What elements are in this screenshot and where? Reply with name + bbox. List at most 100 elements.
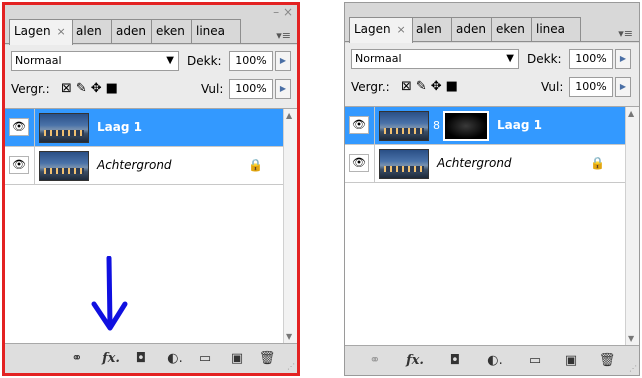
fx-icon[interactable]: fx. — [401, 351, 429, 371]
lock-row: Vergr.: ⊠✎✥■ Vul: 100% ▶ — [345, 75, 639, 105]
tab-alinea[interactable]: linea — [531, 17, 581, 41]
tab-label: linea — [536, 22, 566, 36]
layer-thumbnail — [379, 111, 429, 141]
layer-thumbnail — [39, 113, 89, 143]
tab-label: Lagen — [354, 22, 391, 36]
scroll-up-icon[interactable]: ▲ — [286, 111, 292, 120]
panel-menu-icon[interactable]: ▾≡ — [618, 27, 633, 40]
opacity-input[interactable]: 100% — [229, 51, 273, 71]
chevron-down-icon: ▼ — [506, 53, 514, 64]
blend-mode-value: Normaal — [355, 52, 402, 65]
tab-lagen[interactable]: Lagen × — [9, 19, 73, 45]
fill-input[interactable]: 100% — [569, 77, 613, 97]
resize-grip-icon[interactable]: ⋰ — [287, 362, 295, 371]
add-mask-icon[interactable]: ◘ — [131, 349, 151, 369]
close-icon[interactable]: × — [396, 23, 405, 36]
layer-mask-thumbnail[interactable] — [443, 111, 489, 141]
opacity-input[interactable]: 100% — [569, 49, 613, 69]
tab-paden[interactable]: alen — [71, 19, 113, 43]
tab-lagen[interactable]: Lagen × — [349, 17, 413, 43]
adjustment-layer-icon[interactable]: ◐. — [163, 349, 187, 369]
opacity-stepper[interactable]: ▶ — [615, 49, 631, 69]
lock-options-icon[interactable]: ⊠✎✥■ — [401, 77, 462, 97]
fx-icon[interactable]: fx. — [97, 349, 125, 369]
resize-grip-icon[interactable]: ⋰ — [629, 364, 637, 373]
trash-icon[interactable]: 🗑 — [257, 349, 277, 369]
tab-label: eken — [496, 22, 525, 36]
panel-menu-icon[interactable]: ▾≡ — [276, 29, 291, 42]
blend-row: Normaal ▼ Dekk: 100% ▶ — [345, 43, 639, 73]
chevron-down-icon: ▼ — [166, 55, 174, 66]
divider — [34, 109, 35, 146]
new-layer-icon[interactable]: ▣ — [227, 349, 247, 369]
eye-icon[interactable]: 👁 — [9, 118, 29, 136]
layer-row-achtergrond[interactable]: 👁 Achtergrond 🔒 — [345, 145, 625, 183]
layer-list: 👁 8 Laag 1 👁 Achtergrond 🔒 ▲ ▼ — [345, 106, 639, 345]
layer-row-achtergrond[interactable]: 👁 Achtergrond 🔒 — [5, 147, 283, 185]
lock-row: Vergr.: ⊠✎✥■ Vul: 100% ▶ — [5, 77, 297, 107]
tab-label: linea — [196, 24, 226, 38]
blend-mode-value: Normaal — [15, 54, 62, 67]
link-layers-icon[interactable]: ⚭ — [67, 349, 87, 369]
opacity-label: Dekk: — [187, 54, 222, 68]
eye-icon[interactable]: 👁 — [349, 154, 369, 172]
layer-name[interactable]: Achtergrond — [97, 158, 172, 172]
layer-row-laag-1[interactable]: 👁 8 Laag 1 — [345, 107, 625, 145]
fill-label: Vul: — [201, 82, 224, 96]
tab-label: alen — [416, 22, 442, 36]
layer-name[interactable]: Laag 1 — [97, 120, 142, 134]
scrollbar[interactable]: ▲ ▼ — [625, 107, 639, 345]
add-mask-icon[interactable]: ◘ — [445, 351, 465, 371]
down-arrow-icon — [91, 256, 128, 331]
scroll-down-icon[interactable]: ▼ — [286, 332, 292, 341]
lock-label: Vergr.: — [351, 80, 390, 94]
divider — [34, 147, 35, 184]
folder-icon[interactable]: ▭ — [525, 351, 545, 371]
window-controls-icon[interactable]: – × — [273, 5, 293, 19]
tab-kanalen[interactable]: aden — [451, 17, 493, 41]
eye-icon[interactable]: 👁 — [9, 156, 29, 174]
trash-icon[interactable]: 🗑 — [597, 351, 617, 371]
blend-mode-select[interactable]: Normaal ▼ — [351, 49, 519, 69]
fill-input[interactable]: 100% — [229, 79, 273, 99]
tab-tekens[interactable]: eken — [151, 19, 193, 43]
layers-panel-before: Lagen × alen aden eken linea – × ▾≡ Norm… — [2, 2, 300, 376]
layer-thumbnail — [379, 149, 429, 179]
link-layers-icon[interactable]: ⚭ — [365, 351, 385, 371]
scroll-down-icon[interactable]: ▼ — [628, 334, 634, 343]
tab-strip: Lagen × alen aden eken linea – × ▾≡ — [5, 5, 297, 47]
lock-label: Vergr.: — [11, 82, 50, 96]
panel-toolbar: ⚭ fx. ◘ ◐. ▭ ▣ 🗑 ⋰ — [5, 343, 297, 373]
blend-mode-select[interactable]: Normaal ▼ — [11, 51, 179, 71]
chain-link-icon[interactable]: 8 — [433, 119, 440, 132]
opacity-stepper[interactable]: ▶ — [275, 51, 291, 71]
tab-strip: Lagen × alen aden eken linea ▾≡ — [345, 3, 639, 45]
lock-options-icon[interactable]: ⊠✎✥■ — [61, 79, 122, 99]
lock-icon: 🔒 — [590, 156, 605, 170]
tab-tekens[interactable]: eken — [491, 17, 533, 41]
lock-icon: 🔒 — [248, 158, 263, 172]
panel-content: Normaal ▼ Dekk: 100% ▶ Vergr.: ⊠✎✥■ Vul:… — [5, 45, 297, 373]
layer-name[interactable]: Achtergrond — [437, 156, 512, 170]
divider — [374, 107, 375, 144]
layer-list: 👁 Laag 1 👁 Achtergrond 🔒 ▲ ▼ — [5, 108, 297, 343]
layer-name[interactable]: Laag 1 — [497, 118, 542, 132]
scroll-up-icon[interactable]: ▲ — [628, 109, 634, 118]
layer-thumbnail — [39, 151, 89, 181]
tab-kanalen[interactable]: aden — [111, 19, 153, 43]
folder-icon[interactable]: ▭ — [195, 349, 215, 369]
new-layer-icon[interactable]: ▣ — [561, 351, 581, 371]
eye-icon[interactable]: 👁 — [349, 116, 369, 134]
adjustment-layer-icon[interactable]: ◐. — [483, 351, 507, 371]
fill-stepper[interactable]: ▶ — [275, 79, 291, 99]
blend-row: Normaal ▼ Dekk: 100% ▶ — [5, 45, 297, 75]
tab-label: alen — [76, 24, 102, 38]
fill-stepper[interactable]: ▶ — [615, 77, 631, 97]
tab-alinea[interactable]: linea — [191, 19, 241, 43]
layer-row-laag-1[interactable]: 👁 Laag 1 — [5, 109, 283, 147]
close-icon[interactable]: × — [56, 25, 65, 38]
scrollbar[interactable]: ▲ ▼ — [283, 109, 297, 343]
panel-content: Normaal ▼ Dekk: 100% ▶ Vergr.: ⊠✎✥■ Vul:… — [345, 43, 639, 375]
tab-paden[interactable]: alen — [411, 17, 453, 41]
fill-label: Vul: — [541, 80, 564, 94]
